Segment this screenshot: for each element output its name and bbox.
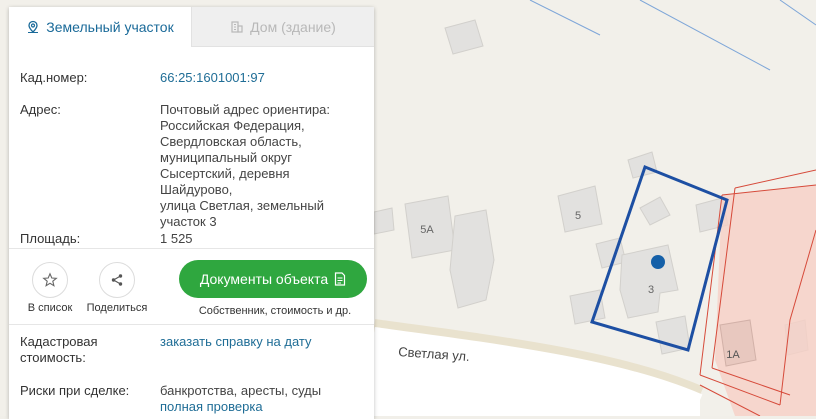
address-line: муниципальный округ bbox=[160, 150, 292, 165]
cadastral-cost-label-line: Кадастровая bbox=[20, 334, 98, 349]
address-line: Почтовый адрес ориентира: bbox=[160, 102, 331, 117]
cadastral-cost-label: Кадастровая стоимость: bbox=[20, 334, 160, 366]
address-line: улица Светлая, земельный bbox=[160, 198, 324, 213]
action-bar: В список Поделиться Документы объекта Со… bbox=[9, 249, 374, 324]
house-number-label: 5А bbox=[420, 224, 434, 236]
location-marker-icon[interactable] bbox=[651, 255, 665, 269]
risks-text: банкротства, аресты, суды bbox=[160, 383, 322, 398]
address-line: участок 3 bbox=[160, 214, 217, 229]
house-number-label: 1А bbox=[726, 349, 740, 361]
deal-risks-value: банкротства, аресты, суды полная проверк… bbox=[160, 383, 364, 415]
property-details: Кад.номер: 66:25:1601001:97 Адрес: Почто… bbox=[9, 47, 374, 247]
property-info-panel: Земельный участок Дом (здание) Кад.номер… bbox=[9, 7, 374, 419]
cadastral-row: Кад.номер: 66:25:1601001:97 bbox=[20, 70, 364, 86]
house-number-label: 5 bbox=[575, 210, 581, 222]
divider bbox=[9, 324, 374, 325]
deal-risks-row: Риски при сделке: банкротства, аресты, с… bbox=[20, 383, 364, 415]
add-to-list-button[interactable] bbox=[32, 262, 68, 298]
cadastral-number-link[interactable]: 66:25:1601001:97 bbox=[160, 70, 364, 86]
map-pin-icon bbox=[28, 20, 39, 33]
address-value: Почтовый адрес ориентира: Российская Фед… bbox=[160, 102, 364, 230]
building bbox=[449, 209, 495, 309]
building bbox=[373, 207, 395, 235]
share-icon bbox=[111, 274, 123, 286]
cadastral-cost-row: Кадастровая стоимость: заказать справку … bbox=[20, 334, 364, 366]
share-button[interactable] bbox=[99, 262, 135, 298]
address-line: Сысертский, деревня Шайдурово, bbox=[160, 166, 290, 197]
address-label: Адрес: bbox=[20, 102, 61, 117]
star-icon bbox=[42, 272, 58, 287]
object-documents-button[interactable]: Документы объекта bbox=[179, 260, 367, 298]
cadastral-label: Кад.номер: bbox=[20, 70, 88, 85]
area-label: Площадь: bbox=[20, 231, 81, 246]
full-check-link[interactable]: полная проверка bbox=[160, 399, 364, 415]
tab-label: Земельный участок bbox=[46, 19, 174, 35]
share-label[interactable]: Поделиться bbox=[77, 302, 157, 314]
tab-label: Дом (здание) bbox=[250, 18, 336, 35]
address-line: Свердловская область, bbox=[160, 134, 302, 149]
order-certificate-link[interactable]: заказать справку на дату bbox=[160, 334, 364, 366]
house-number-label: 3 bbox=[648, 284, 654, 296]
neighbor-parcel bbox=[715, 185, 816, 416]
documents-subtitle: Собственник, стоимость и др. bbox=[198, 305, 352, 317]
address-line: Российская Федерация, bbox=[160, 118, 305, 133]
building-icon bbox=[231, 20, 243, 33]
deal-risks-label: Риски при сделке: bbox=[20, 383, 130, 398]
area-row: Площадь: 1 525 bbox=[20, 231, 364, 247]
area-value: 1 525 bbox=[160, 231, 193, 246]
tab-building[interactable]: Дом (здание) bbox=[191, 7, 374, 47]
document-icon bbox=[335, 272, 346, 286]
cadastral-cost-label-line: стоимость: bbox=[20, 350, 86, 365]
tab-bar: Земельный участок Дом (здание) bbox=[9, 7, 374, 47]
documents-button-label: Документы объекта bbox=[199, 271, 329, 287]
address-row: Адрес: Почтовый адрес ориентира: Российс… bbox=[20, 102, 364, 230]
tab-land-plot[interactable]: Земельный участок bbox=[9, 7, 191, 47]
